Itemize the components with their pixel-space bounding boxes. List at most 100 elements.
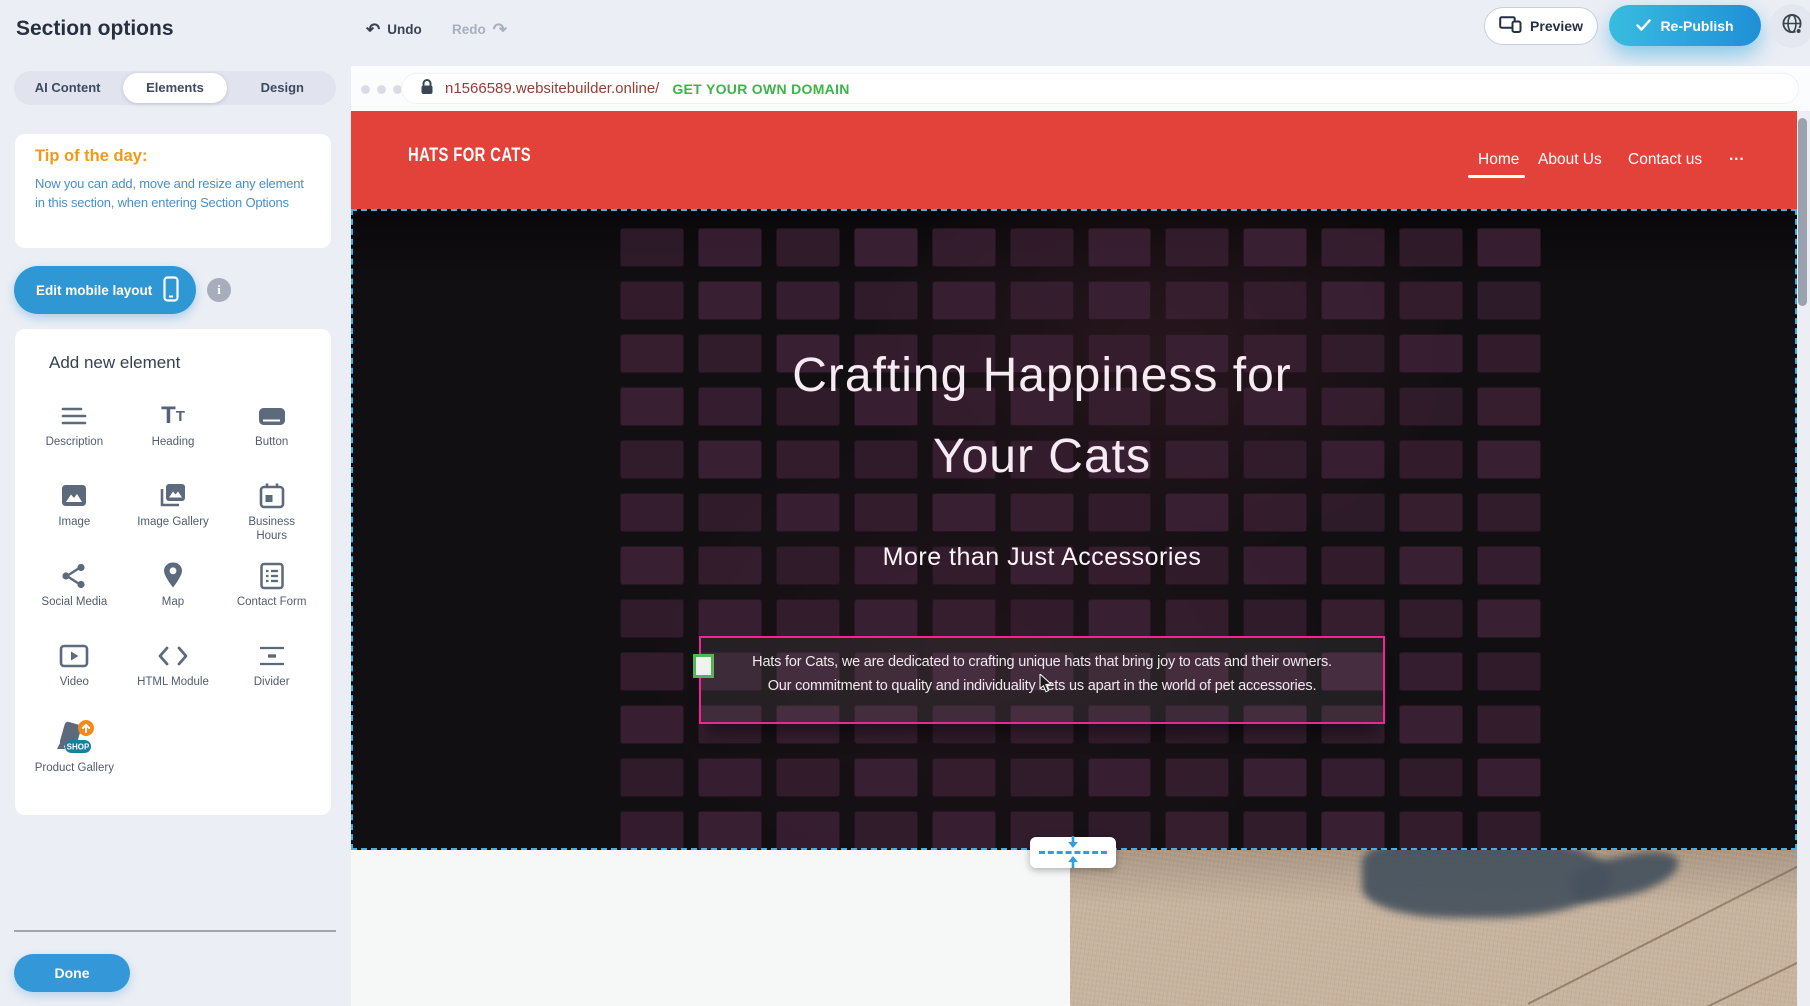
hero-tile — [698, 228, 762, 267]
hero-tile — [776, 228, 840, 267]
hero-tile — [1477, 652, 1541, 691]
nav-active-underline — [1468, 175, 1525, 178]
get-your-own-domain-link[interactable]: GET YOUR OWN DOMAIN — [672, 81, 849, 97]
hero-tile — [1477, 599, 1541, 638]
element-social-media[interactable]: Social Media — [25, 559, 124, 639]
edit-mobile-layout-button[interactable]: Edit mobile layout — [14, 266, 196, 314]
element-button[interactable]: Button — [222, 399, 321, 479]
hero-tile — [1321, 811, 1385, 850]
nav-about-us[interactable]: About Us — [1538, 151, 1602, 169]
hero-tile — [1088, 599, 1152, 638]
element-business-hours[interactable]: Business Hours — [222, 479, 321, 559]
republish-label: Re-Publish — [1660, 18, 1733, 34]
element-video[interactable]: Video — [25, 639, 124, 719]
map-icon — [160, 559, 186, 593]
hero-tile — [854, 281, 918, 320]
image-gallery-icon — [158, 479, 188, 513]
section-resize-handle[interactable] — [1030, 837, 1116, 868]
hero-tile — [1477, 758, 1541, 797]
element-html-module[interactable]: HTML Module — [124, 639, 223, 719]
element-image-gallery[interactable]: Image Gallery — [124, 479, 223, 559]
hero-tile — [776, 493, 840, 532]
mobile-phone-icon — [163, 276, 179, 305]
globe-button[interactable] — [1770, 4, 1810, 48]
element-grid: Description TT Heading Button Image Imag… — [25, 329, 321, 799]
hero-tile — [932, 599, 996, 638]
hero-tile — [1165, 228, 1229, 267]
check-icon — [1636, 18, 1651, 34]
hero-tile — [620, 705, 684, 744]
hero-tile — [854, 758, 918, 797]
social-media-icon — [60, 559, 88, 593]
scrollbar-thumb[interactable] — [1798, 118, 1807, 306]
element-description[interactable]: Description — [25, 399, 124, 479]
hero-tile — [620, 758, 684, 797]
hero-tile — [1243, 758, 1307, 797]
hero-title[interactable]: Crafting Happiness for Your Cats — [351, 335, 1733, 497]
hero-tile — [854, 228, 918, 267]
tab-design[interactable]: Design — [231, 73, 334, 103]
tab-elements[interactable]: Elements — [123, 73, 226, 103]
done-button[interactable]: Done — [14, 954, 130, 992]
undo-button[interactable]: ↶ Undo — [366, 16, 422, 42]
heading-icon: TT — [161, 399, 185, 433]
site-logo[interactable]: HATS FOR CATS — [408, 145, 531, 167]
hero-tile — [1165, 758, 1229, 797]
hero-tile — [854, 811, 918, 850]
hero-tile — [698, 281, 762, 320]
hero-tile — [932, 228, 996, 267]
nav-home[interactable]: Home — [1478, 151, 1519, 169]
hero-tile — [1010, 493, 1074, 532]
hero-tile — [1243, 599, 1307, 638]
hero-tile — [1010, 599, 1074, 638]
hero-tile — [1321, 599, 1385, 638]
html-module-icon — [157, 639, 189, 673]
hero-tile — [1165, 493, 1229, 532]
nav-contact-us[interactable]: Contact us — [1628, 151, 1702, 169]
selected-text-element[interactable]: Hats for Cats, we are dedicated to craft… — [699, 636, 1385, 724]
hero-tile — [1321, 493, 1385, 532]
hero-tile — [1477, 705, 1541, 744]
hero-tile — [1243, 493, 1307, 532]
devices-icon — [1499, 16, 1522, 36]
hero-tile — [1477, 281, 1541, 320]
hero-tile — [1243, 228, 1307, 267]
hero-tile — [1399, 652, 1463, 691]
hero-tile — [1321, 228, 1385, 267]
hero-tile — [1399, 599, 1463, 638]
arrow-up-icon — [1066, 855, 1080, 873]
hero-tile — [932, 758, 996, 797]
undo-icon: ↶ — [366, 21, 380, 38]
tab-ai-content[interactable]: AI Content — [16, 73, 119, 103]
divider-icon — [258, 639, 286, 673]
hero-tile — [1399, 493, 1463, 532]
republish-button[interactable]: Re-Publish — [1609, 5, 1761, 46]
hero-tile — [1165, 599, 1229, 638]
site-header: HATS FOR CATS Home About Us Contact us ·… — [351, 111, 1797, 209]
element-divider[interactable]: Divider — [222, 639, 321, 719]
element-map[interactable]: Map — [124, 559, 223, 639]
hero-section[interactable]: Crafting Happiness for Your Cats More th… — [351, 209, 1797, 850]
info-icon[interactable]: i — [207, 278, 231, 302]
address-bar[interactable]: n1566589.websitebuilder.online/ GET YOUR… — [401, 73, 1799, 104]
redo-icon: ↷ — [493, 21, 507, 38]
element-product-gallery[interactable]: SHOP Product Gallery — [25, 719, 124, 799]
hero-subtitle[interactable]: More than Just Accessories — [351, 543, 1733, 572]
preview-button[interactable]: Preview — [1484, 7, 1598, 45]
hero-tile — [1243, 281, 1307, 320]
sand-image — [1070, 850, 1797, 1006]
mouse-cursor — [1039, 674, 1053, 698]
element-image[interactable]: Image — [25, 479, 124, 559]
hero-tile — [776, 811, 840, 850]
nav-more[interactable]: ··· — [1729, 151, 1745, 169]
hero-tile — [620, 811, 684, 850]
hero-tile — [1399, 281, 1463, 320]
hero-tile — [1399, 758, 1463, 797]
lock-icon — [420, 78, 434, 100]
hero-tile — [1477, 228, 1541, 267]
redo-button[interactable]: Redo ↷ — [452, 16, 507, 42]
tip-body: Now you can add, move and resize any ele… — [35, 175, 316, 213]
element-heading[interactable]: TT Heading — [124, 399, 223, 479]
element-contact-form[interactable]: Contact Form — [222, 559, 321, 639]
next-section[interactable] — [351, 850, 1797, 1006]
